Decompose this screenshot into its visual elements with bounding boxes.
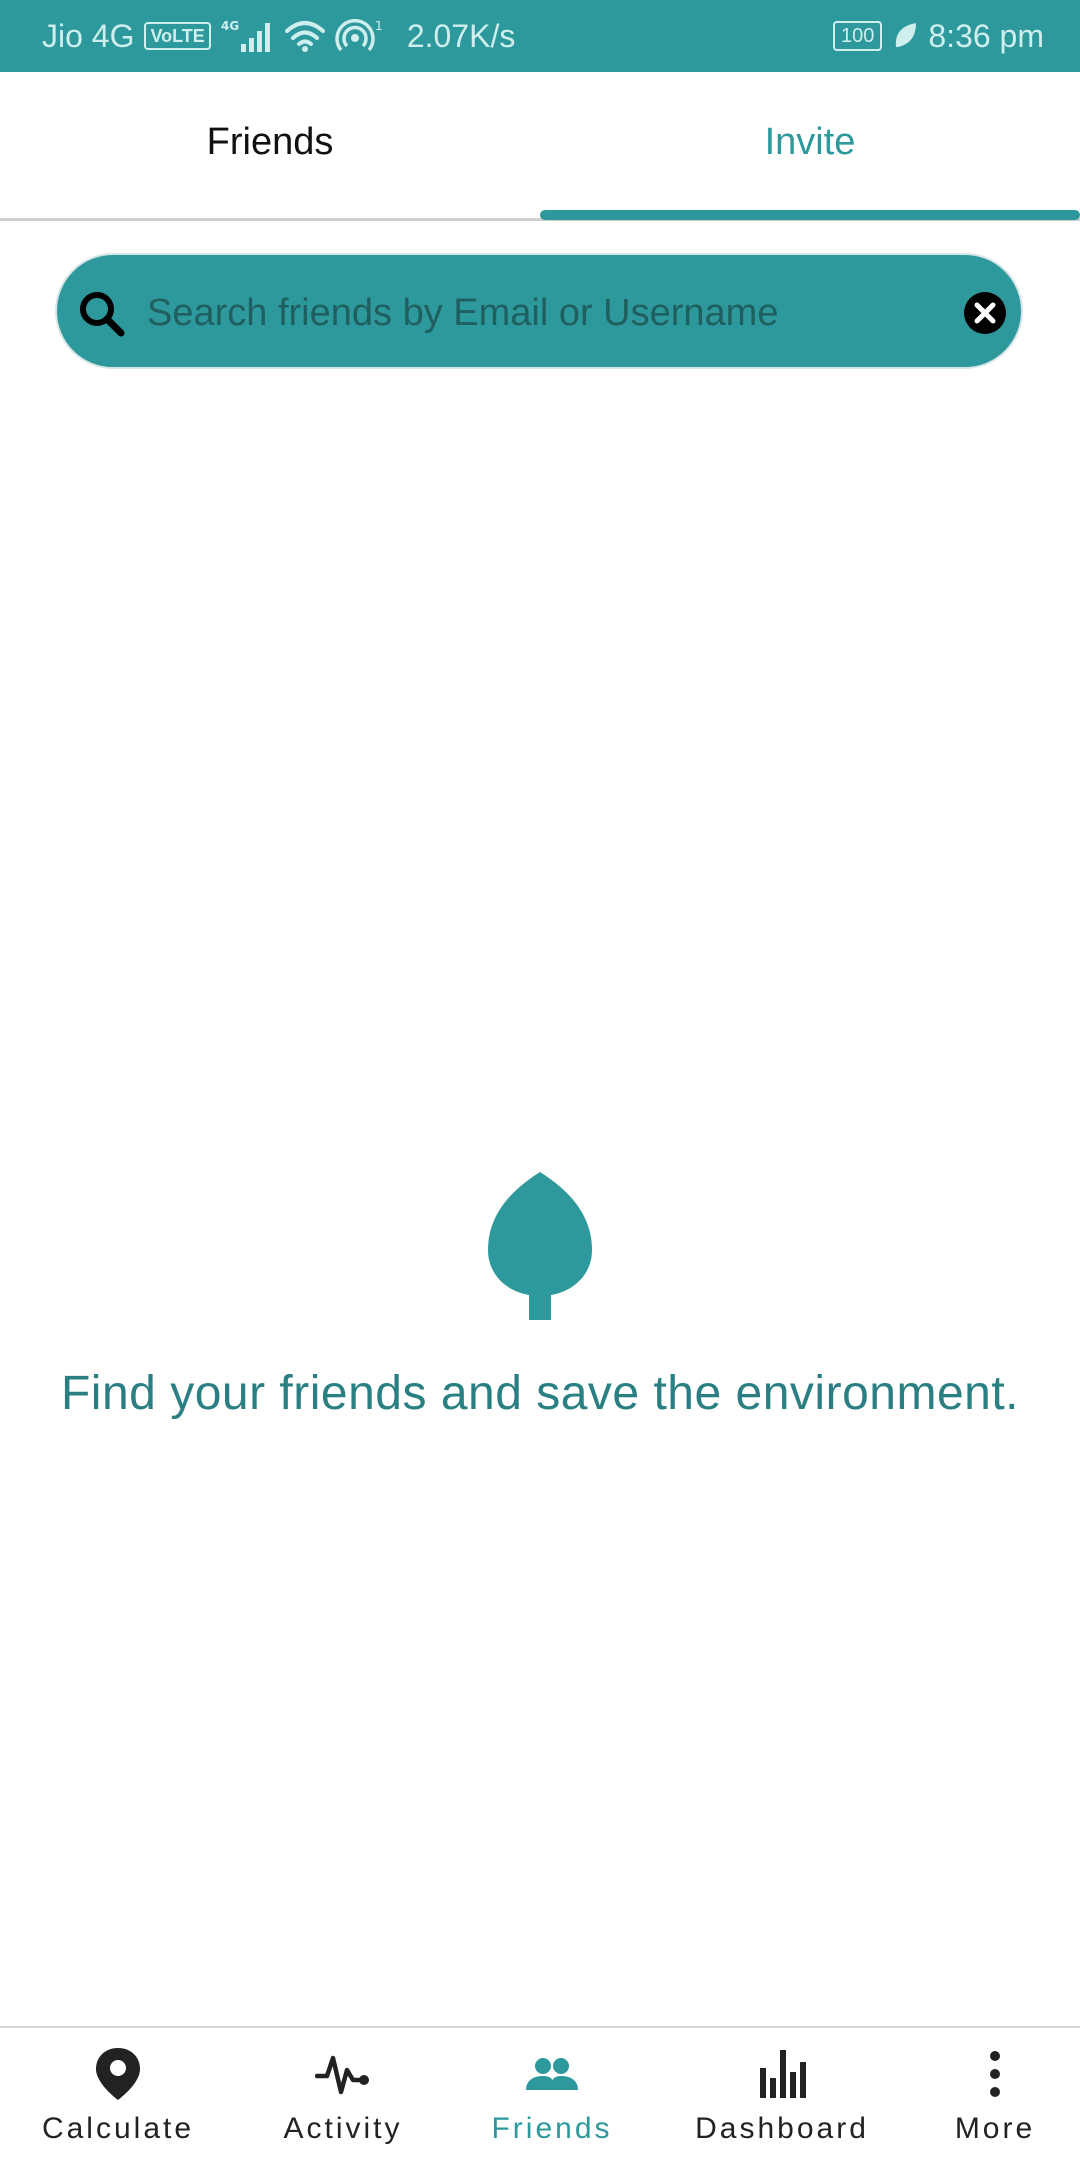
search-bar xyxy=(55,253,1023,369)
hotspot-icon: 1 xyxy=(335,19,383,52)
signal-icon: 4G xyxy=(221,19,270,52)
network-speed: 2.07K/s xyxy=(406,17,516,54)
nav-dashboard[interactable]: Dashboard xyxy=(695,2028,869,2160)
bar-chart-icon xyxy=(760,2050,806,2098)
more-vertical-icon xyxy=(990,2051,1000,2097)
status-bar: Jio 4G VoLTE 4G 1 2.07K/s 100 8:36 pm xyxy=(0,0,1080,72)
people-icon xyxy=(526,2058,578,2090)
search-icon[interactable] xyxy=(75,287,129,341)
clear-search-icon[interactable] xyxy=(963,291,1007,335)
bottom-navigation: Calculate Activity Friends Dashboard Mor… xyxy=(0,2026,1080,2160)
nav-calculate[interactable]: Calculate xyxy=(38,2028,198,2160)
search-input[interactable] xyxy=(145,273,919,353)
tab-friends[interactable]: Friends xyxy=(0,72,540,212)
nav-more-label: More xyxy=(954,2112,1036,2145)
svg-text:1: 1 xyxy=(375,19,383,33)
selected-tab-indicator xyxy=(540,210,1080,220)
empty-state-message: Find your friends and save the environme… xyxy=(60,1367,1019,1420)
nav-activity-label: Activity xyxy=(283,2112,403,2145)
carrier-text: Jio 4G xyxy=(42,17,135,54)
nav-dashboard-label: Dashboard xyxy=(695,2112,869,2145)
status-bar-left: Jio 4G VoLTE 4G 1 2.07K/s xyxy=(42,0,515,72)
status-bar-right: 100 8:36 pm xyxy=(833,0,1044,72)
nav-calculate-label: Calculate xyxy=(41,2112,195,2145)
clock-time: 8:36 pm xyxy=(928,17,1044,54)
tab-invite[interactable]: Invite xyxy=(540,72,1080,212)
location-pin-icon xyxy=(96,2048,140,2100)
nav-more[interactable]: More xyxy=(940,2028,1050,2160)
activity-pulse-icon xyxy=(315,2055,369,2095)
eco-leaf-icon xyxy=(896,23,917,47)
nav-activity[interactable]: Activity xyxy=(268,2028,418,2160)
battery-icon: 100 xyxy=(833,21,883,51)
svg-text:4G: 4G xyxy=(221,19,239,33)
nav-friends[interactable]: Friends xyxy=(474,2028,630,2160)
nav-friends-label: Friends xyxy=(491,2112,613,2145)
volte-badge: VoLTE xyxy=(144,22,211,50)
leaf-icon xyxy=(488,1172,592,1320)
wifi-icon xyxy=(284,21,325,52)
tab-bar: Friends Invite xyxy=(0,72,1080,221)
